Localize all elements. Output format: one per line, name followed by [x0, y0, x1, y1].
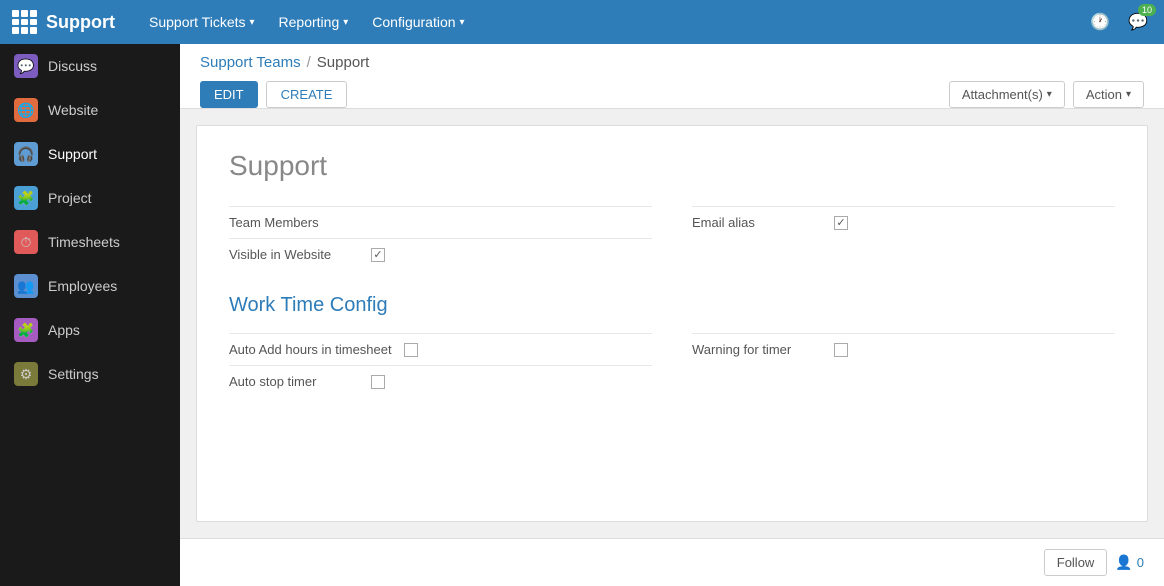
email-alias-checkbox[interactable]: [834, 216, 848, 230]
team-members-label: Team Members: [229, 215, 359, 230]
sidebar-label-employees: Employees: [48, 278, 117, 294]
warning-timer-checkbox[interactable]: [834, 343, 848, 357]
project-icon: 🧩: [14, 186, 38, 210]
field-visible-website: Visible in Website: [229, 238, 652, 270]
chevron-down-icon: ▾: [1126, 89, 1131, 100]
timesheets-icon: ⏱: [14, 230, 38, 254]
nav-reporting[interactable]: Reporting ▾: [269, 8, 359, 36]
nav-support-tickets[interactable]: Support Tickets ▾: [139, 8, 265, 36]
auto-stop-timer-label: Auto stop timer: [229, 374, 359, 389]
chevron-down-icon: ▾: [1047, 89, 1052, 100]
followers-count: 0: [1137, 555, 1144, 570]
discuss-icon: 💬: [14, 54, 38, 78]
sidebar-label-website: Website: [48, 102, 98, 118]
top-nav: Support Tickets ▾ Reporting ▾ Configurat…: [139, 8, 1086, 36]
sidebar-label-apps: Apps: [48, 322, 80, 338]
edit-button[interactable]: EDIT: [200, 81, 258, 108]
form-title: Support: [229, 150, 1115, 182]
main-layout: 💬 Discuss 🌐 Website 🎧 Support 🧩 Project …: [0, 44, 1164, 586]
breadcrumb: Support Teams / Support: [200, 54, 1144, 71]
sidebar-item-website[interactable]: 🌐 Website: [0, 88, 180, 132]
app-name: Support: [46, 12, 115, 33]
chevron-down-icon: ▾: [250, 17, 255, 28]
grid-icon[interactable]: [12, 10, 36, 34]
field-warning-timer: Warning for timer: [692, 333, 1115, 365]
chevron-down-icon: ▾: [460, 17, 465, 28]
apps-icon: 🧩: [14, 318, 38, 342]
sidebar-label-settings: Settings: [48, 366, 99, 382]
nav-configuration[interactable]: Configuration ▾: [362, 8, 474, 36]
support-icon: 🎧: [14, 142, 38, 166]
form-fields-left: Team Members Visible in Website: [229, 206, 652, 270]
warning-timer-label: Warning for timer: [692, 342, 822, 357]
form-card: Support Team Members Visible in Website: [196, 125, 1148, 522]
sidebar-label-project: Project: [48, 190, 92, 206]
action-button[interactable]: Action ▾: [1073, 81, 1144, 108]
section-title: Work Time Config: [229, 294, 1115, 317]
content-header: Support Teams / Support EDIT CREATE Atta…: [180, 44, 1164, 109]
messages-badge: 10: [1138, 4, 1156, 16]
email-alias-label: Email alias: [692, 215, 822, 230]
section-fields-right: Warning for timer: [692, 333, 1115, 397]
section-fields-left: Auto Add hours in timesheet Auto stop ti…: [229, 333, 652, 397]
sidebar-item-support[interactable]: 🎧 Support: [0, 132, 180, 176]
sidebar-item-timesheets[interactable]: ⏱ Timesheets: [0, 220, 180, 264]
sidebar-label-timesheets: Timesheets: [48, 234, 120, 250]
sidebar-label-discuss: Discuss: [48, 58, 97, 74]
sidebar-item-settings[interactable]: ⚙ Settings: [0, 352, 180, 396]
form-fields-right: Email alias: [692, 206, 1115, 270]
visible-website-checkbox[interactable]: [371, 248, 385, 262]
breadcrumb-parent[interactable]: Support Teams: [200, 54, 301, 71]
auto-stop-timer-checkbox[interactable]: [371, 375, 385, 389]
field-auto-stop-timer: Auto stop timer: [229, 365, 652, 397]
breadcrumb-current: Support: [317, 54, 370, 71]
auto-add-hours-checkbox[interactable]: [404, 343, 418, 357]
topbar: Support Support Tickets ▾ Reporting ▾ Co…: [0, 0, 1164, 44]
clock-icon[interactable]: 🕐: [1086, 8, 1114, 36]
field-email-alias: Email alias: [692, 206, 1115, 238]
sidebar-item-employees[interactable]: 👥 Employees: [0, 264, 180, 308]
create-button[interactable]: CREATE: [266, 81, 348, 108]
breadcrumb-separator: /: [307, 54, 311, 71]
employees-icon: 👥: [14, 274, 38, 298]
chevron-down-icon: ▾: [343, 17, 348, 28]
visible-website-label: Visible in Website: [229, 247, 359, 262]
followers-badge[interactable]: 👤 0: [1115, 554, 1144, 571]
person-icon: 👤: [1115, 554, 1132, 571]
sidebar-item-apps[interactable]: 🧩 Apps: [0, 308, 180, 352]
follow-button[interactable]: Follow: [1044, 549, 1108, 576]
sidebar-item-project[interactable]: 🧩 Project: [0, 176, 180, 220]
attachments-button[interactable]: Attachment(s) ▾: [949, 81, 1065, 108]
sidebar-label-support: Support: [48, 146, 97, 162]
settings-icon: ⚙: [14, 362, 38, 386]
messages-icon[interactable]: 💬 10: [1124, 8, 1152, 36]
field-team-members: Team Members: [229, 206, 652, 238]
topbar-right: 🕐 💬 10: [1086, 8, 1152, 36]
content-area: Support Teams / Support EDIT CREATE Atta…: [180, 44, 1164, 586]
sidebar: 💬 Discuss 🌐 Website 🎧 Support 🧩 Project …: [0, 44, 180, 586]
toolbar: EDIT CREATE Attachment(s) ▾ Action ▾: [200, 81, 1144, 108]
field-auto-add-hours: Auto Add hours in timesheet: [229, 333, 652, 365]
website-icon: 🌐: [14, 98, 38, 122]
auto-add-hours-label: Auto Add hours in timesheet: [229, 342, 392, 357]
bottom-bar: Follow 👤 0: [180, 538, 1164, 586]
sidebar-item-discuss[interactable]: 💬 Discuss: [0, 44, 180, 88]
